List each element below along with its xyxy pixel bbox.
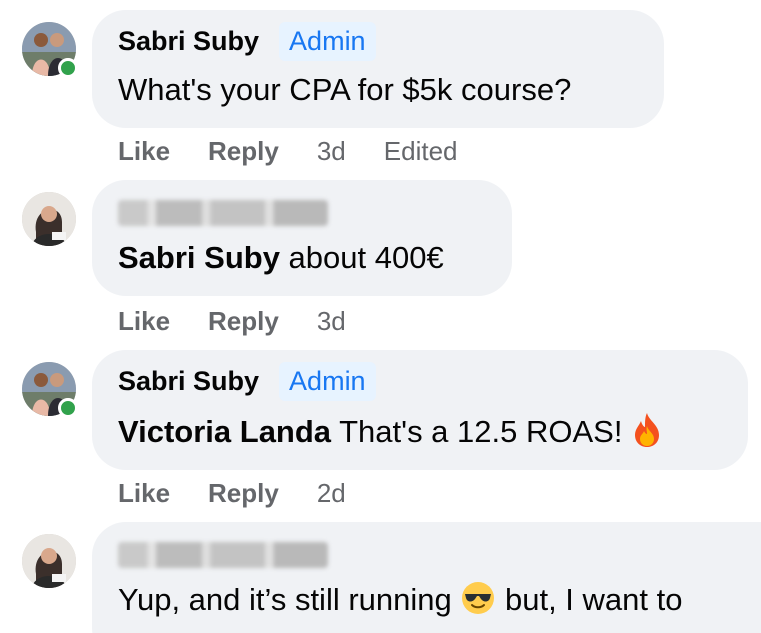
comment-text-body: about 400€ [279,240,444,275]
comment-timestamp[interactable]: 3d [317,306,346,337]
comment-bubble: Yup, and it’s still running but, I want … [92,522,761,633]
like-button[interactable]: Like [118,478,170,509]
comment-thread: Sabri Suby Admin What's your CPA for $5k… [0,0,761,633]
comment-actions: Like Reply 3d [118,306,346,337]
sunglasses-emoji-icon [460,580,496,624]
comment-text: Victoria Landa That's a 12.5 ROAS! [118,412,664,456]
comment-timestamp[interactable]: 2d [317,478,346,509]
like-button[interactable]: Like [118,306,170,337]
comment-author[interactable]: Sabri Suby [118,366,259,397]
redacted-author-name [118,200,328,226]
comment-bubble: Sabri Suby Admin Victoria Landa That's a… [92,350,748,470]
comment-text-body: That's a 12.5 ROAS! [331,414,623,450]
avatar-commenter[interactable] [22,534,76,588]
mention-link[interactable]: Victoria Landa [118,414,331,449]
reply-button[interactable]: Reply [208,306,279,337]
edited-label[interactable]: Edited [384,136,458,167]
online-status-indicator [58,58,78,78]
admin-badge: Admin [279,362,376,401]
online-status-indicator [58,398,78,418]
mention-link[interactable]: Sabri Suby [118,240,280,275]
avatar-commenter[interactable] [22,192,76,246]
comment-text-body: Yup, and it’s still running [118,582,461,618]
comment-author[interactable]: Sabri Suby [118,26,259,57]
reply-button[interactable]: Reply [208,136,279,167]
comment-text: Sabri Suby about 400€ [118,240,444,276]
comment-bubble: Sabri Suby about 400€ [92,180,512,296]
comment-actions: Like Reply 2d [118,478,346,509]
admin-badge: Admin [279,22,376,61]
comment-text-continued: but, I want to [496,582,683,618]
comment-bubble: Sabri Suby Admin What's your CPA for $5k… [92,10,664,128]
like-button[interactable]: Like [118,136,170,167]
comment-timestamp[interactable]: 3d [317,136,346,167]
reply-button[interactable]: Reply [208,478,279,509]
comment-actions: Like Reply 3d Edited [118,136,458,167]
comment-text: What's your CPA for $5k course? [118,72,572,107]
fire-emoji-icon [630,412,664,456]
comment-header: Sabri Suby Admin [118,22,376,61]
comment-text: Yup, and it’s still running but, I want … [118,580,682,624]
comment-header: Sabri Suby Admin [118,362,376,401]
redacted-author-name [118,542,328,568]
